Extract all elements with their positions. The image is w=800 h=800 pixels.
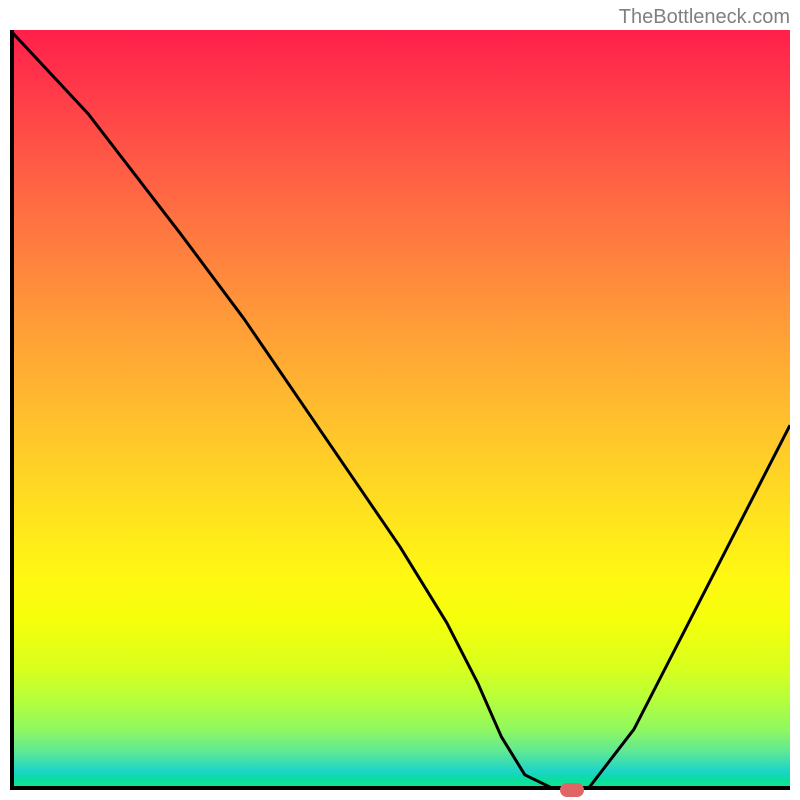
chart-container <box>10 30 790 790</box>
watermark-text: TheBottleneck.com <box>619 6 790 29</box>
chart-curve <box>10 30 790 790</box>
data-marker <box>560 783 584 797</box>
